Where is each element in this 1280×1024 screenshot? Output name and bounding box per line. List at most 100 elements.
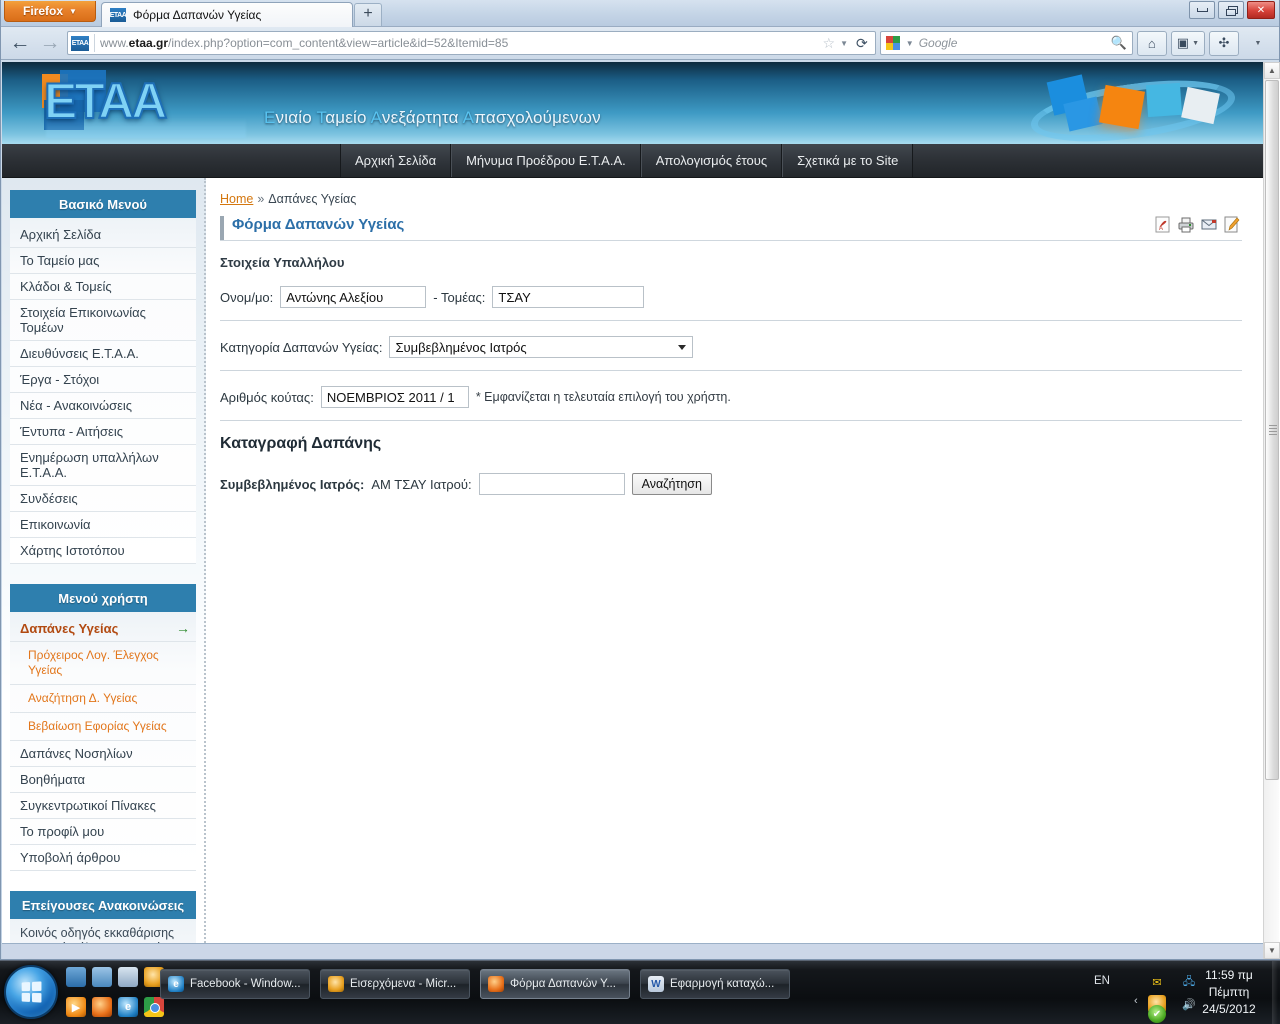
email-icon[interactable] — [1201, 216, 1217, 233]
bookmarks-button[interactable]: ▣ ▼ — [1170, 30, 1205, 56]
search-icon[interactable]: 🔍 — [1111, 35, 1127, 51]
search-button[interactable]: Αναζήτηση — [631, 473, 712, 495]
taskbar-window-health-form[interactable]: Φόρμα Δαπανών Υ... — [480, 969, 630, 999]
search-bar[interactable]: ▼ Google 🔍 — [879, 31, 1133, 55]
taskbar-window-facebook[interactable]: e Facebook - Window... — [160, 969, 310, 999]
contacts-icon[interactable] — [118, 967, 138, 987]
show-desktop-icon[interactable] — [66, 967, 86, 987]
etaa-logo[interactable]: ETAA — [38, 70, 253, 138]
sidebar-item-our-fund[interactable]: Το Ταμείο μας — [10, 248, 196, 274]
minimize-button[interactable] — [1189, 1, 1215, 19]
announcements-title: Επείγουσες Ανακοινώσεις — [10, 891, 196, 919]
employee-sector-input[interactable] — [492, 286, 645, 308]
page-title: Φόρμα Δαπανών Υγείας — [232, 216, 405, 233]
box-number-input[interactable] — [320, 386, 469, 408]
taskbar-window-app[interactable]: W Εφαρμογή καταχώ... — [640, 969, 790, 999]
back-button[interactable]: ← — [7, 31, 33, 56]
internet-explorer-icon[interactable]: e — [118, 997, 138, 1017]
category-select[interactable]: Συμβεβλημένος Ιατρός — [389, 336, 694, 358]
breadcrumb-current: Δαπάνες Υγείας — [268, 192, 357, 206]
page-scrollbar[interactable]: ▲ ▼ — [1263, 62, 1280, 959]
search-input[interactable]: Google — [919, 36, 1106, 50]
sidebar-item-projects-goals[interactable]: Έργα - Στόχοι — [10, 367, 196, 393]
breadcrumb-home-link[interactable]: Home — [220, 192, 253, 206]
nav-item-annual-report[interactable]: Απολογισμός έτους — [640, 144, 783, 177]
divider-3 — [220, 420, 1242, 421]
sidebar-item-draft-health-audit[interactable]: Πρόχειρος Λογ. Έλεγχος Υγείας — [10, 642, 196, 685]
sidebar-item-forms-applications[interactable]: Έντυπα - Αιτήσεις — [10, 419, 196, 445]
sidebar-item-benefits[interactable]: Βοηθήματα — [10, 767, 196, 793]
security-shield-icon[interactable]: ✔ — [1148, 1005, 1166, 1023]
edit-icon[interactable] — [1224, 216, 1240, 233]
nav-item-home[interactable]: Αρχική Σελίδα — [340, 144, 452, 177]
clock[interactable]: 11:59 πμ Πέμπτη 24/5/2012 — [1186, 967, 1272, 1018]
deco-square-4 — [1145, 82, 1183, 118]
language-indicator[interactable]: EN — [1094, 975, 1110, 987]
sidebar-item-home[interactable]: Αρχική Σελίδα — [10, 218, 196, 248]
chevron-down-icon[interactable]: ▼ — [906, 39, 914, 48]
sidebar-item-my-profile[interactable]: Το προφίλ μου — [10, 819, 196, 845]
home-button[interactable]: ⌂ — [1136, 30, 1167, 56]
arrow-right-icon: → — [176, 620, 190, 636]
box-number-label: Αριθμός κούτας: — [220, 389, 314, 405]
media-player-icon[interactable]: ▶ — [66, 997, 86, 1017]
sidebar-item-summary-tables[interactable]: Συγκεντρωτικοί Πίνακες — [10, 793, 196, 819]
print-icon[interactable] — [1178, 216, 1194, 233]
sidebar-item-submit-article[interactable]: Υποβολή άρθρου — [10, 845, 196, 871]
firefox-app-button[interactable]: Firefox ▼ — [4, 1, 96, 22]
site-tagline: Ενιαίο Ταμείο Ανεξάρτητα Απασχολούμενων — [264, 108, 601, 127]
chrome-icon[interactable] — [144, 997, 164, 1017]
sidebar-item-links[interactable]: Συνδέσεις — [10, 486, 196, 512]
module-main-menu: Βασικό Μενού Αρχική Σελίδα Το Ταμείο μας… — [10, 190, 196, 564]
windows-logo-icon — [21, 981, 42, 1003]
google-logo-icon — [885, 35, 901, 51]
scrollbar-thumb[interactable] — [1265, 80, 1279, 780]
scroll-up-icon[interactable]: ▲ — [1264, 62, 1280, 79]
taskbar-window-inbox[interactable]: Εισερχόμενα - Micr... — [320, 969, 470, 999]
employee-name-input[interactable] — [280, 286, 427, 308]
user-menu-list: Δαπάνες Υγείας → Πρόχειρος Λογ. Έλεγχος … — [10, 612, 196, 871]
nav-item-president-message[interactable]: Μήνυμα Προέδρου Ε.Τ.Α.Α. — [451, 144, 641, 177]
sidebar-item-staff-info[interactable]: Ενημέρωση υπαλλήλων Ε.Τ.Α.Α. — [10, 445, 196, 486]
close-button[interactable]: ✕ — [1247, 1, 1275, 19]
sidebar-item-hospital-expenses[interactable]: Δαπάνες Νοσηλίων — [10, 741, 196, 767]
sidebar-item-contact[interactable]: Επικοινωνία — [10, 512, 196, 538]
browser-tab-active[interactable]: ETAA Φόρμα Δαπανών Υγείας — [101, 2, 353, 27]
url-bar[interactable]: ETAA www.etaa.gr/index.php?option=com_co… — [67, 31, 876, 55]
show-hidden-icons-icon[interactable]: ‹ — [1134, 995, 1138, 1007]
nav-item-about-site[interactable]: Σχετικά με το Site — [782, 144, 914, 177]
mail-tray-icon[interactable]: ✉ — [1148, 973, 1166, 991]
sidebar-item-addresses[interactable]: Διευθύνσεις Ε.Τ.Α.Α. — [10, 341, 196, 367]
forward-button[interactable]: → — [37, 31, 63, 56]
user-menu-title: Μενού χρήστη — [10, 584, 196, 612]
breadcrumb-separator: » — [257, 192, 265, 206]
new-tab-button[interactable]: + — [354, 3, 382, 26]
pdf-icon[interactable]: A — [1155, 216, 1171, 233]
chevron-down-icon[interactable]: ▼ — [840, 39, 848, 48]
employee-sector-label: - Τομέας: — [433, 289, 486, 305]
scroll-down-icon[interactable]: ▼ — [1264, 942, 1280, 959]
firefox-icon[interactable] — [92, 997, 112, 1017]
bookmark-star-icon[interactable]: ☆ — [823, 35, 836, 52]
switch-window-icon[interactable] — [92, 967, 112, 987]
sidebar-item-branches-sectors[interactable]: Κλάδοι & Τομείς — [10, 274, 196, 300]
svg-text:A: A — [1159, 226, 1163, 232]
firefox-app-button-label: Firefox — [23, 4, 64, 18]
start-button[interactable] — [4, 965, 58, 1019]
page-footer-band — [2, 943, 1264, 959]
toolbar-overflow-button[interactable]: ▼ — [1243, 31, 1273, 56]
clock-time: 11:59 πμ — [1205, 968, 1253, 982]
sidebar-item-news[interactable]: Νέα - Ανακοινώσεις — [10, 393, 196, 419]
web-page: ETAA Ενιαίο Ταμείο Ανεξάρτητα Απασχολούμ… — [2, 62, 1264, 959]
expense-section-heading: Καταγραφή Δαπάνης — [220, 435, 382, 452]
sidebar-item-sector-contacts[interactable]: Στοιχεία Επικοινωνίας Τομέων — [10, 300, 196, 341]
sidebar-item-tax-certificate[interactable]: Βεβαίωση Εφορίας Υγείας — [10, 713, 196, 741]
sidebar-item-health-expenses[interactable]: Δαπάνες Υγείας → — [10, 612, 196, 642]
sidebar-item-health-search[interactable]: Αναζήτηση Δ. Υγείας — [10, 685, 196, 713]
reload-icon[interactable]: ⟳ — [853, 35, 871, 52]
addon-button[interactable]: ✣ — [1209, 30, 1239, 56]
doctor-am-input[interactable] — [478, 473, 625, 495]
show-desktop-strip[interactable] — [1272, 961, 1278, 1024]
restore-button[interactable] — [1218, 1, 1244, 19]
sidebar-item-sitemap[interactable]: Χάρτης Ιστοτόπου — [10, 538, 196, 564]
